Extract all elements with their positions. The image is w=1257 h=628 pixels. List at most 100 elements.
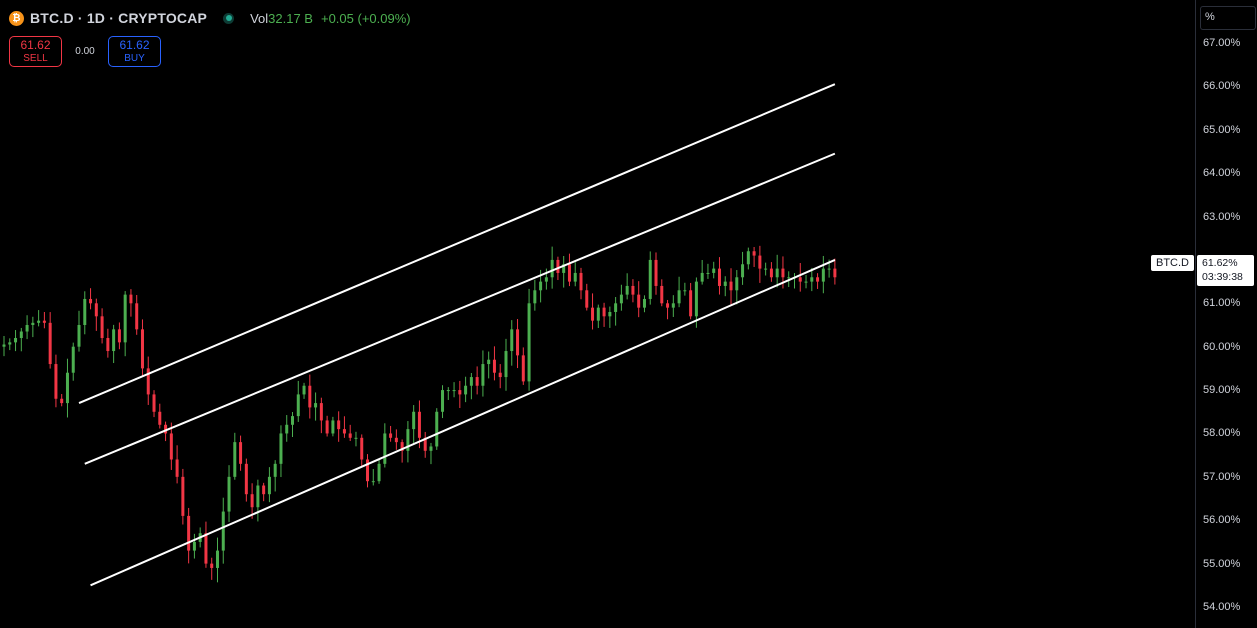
candle-body	[527, 303, 531, 382]
axis-unit-button[interactable]: %	[1200, 6, 1256, 30]
price-chart[interactable]	[0, 0, 1195, 628]
candle-body	[573, 272, 577, 282]
symbol-price-tag: BTC.D	[1151, 255, 1194, 271]
candle-body	[735, 277, 739, 291]
candle-body	[233, 442, 237, 477]
candle-body	[377, 463, 381, 482]
candle-body	[383, 433, 387, 464]
candle-body	[65, 372, 69, 404]
candle-body	[210, 563, 214, 568]
candle-body	[816, 277, 820, 282]
candle-body	[700, 272, 704, 282]
candle-body	[775, 268, 779, 278]
channel-line[interactable]	[78, 83, 836, 405]
candle-body	[314, 403, 318, 408]
candle-body	[429, 446, 433, 451]
axis-tick-label: 67.00%	[1203, 37, 1241, 49]
candle-body	[666, 303, 670, 308]
buy-button[interactable]: 61.62 BUY	[108, 36, 161, 67]
candle-body	[94, 303, 98, 317]
candle-body	[781, 268, 785, 278]
candle-body	[285, 424, 289, 434]
candle-body	[654, 259, 658, 286]
channel-line[interactable]	[90, 259, 836, 587]
candle-body	[458, 390, 462, 395]
candle-body	[302, 385, 306, 395]
sell-button[interactable]: 61.62 SELL	[9, 36, 62, 67]
candle-body	[677, 290, 681, 304]
candle-body	[371, 481, 375, 483]
candle-body	[291, 416, 294, 425]
candle-body	[689, 290, 693, 317]
candle-body	[77, 325, 81, 347]
price-change: +0.05 (+0.09%)	[320, 10, 411, 26]
candle-body	[596, 307, 600, 321]
candle-body	[215, 550, 219, 568]
candle-body	[602, 307, 606, 317]
candle-body	[342, 429, 346, 434]
candle-body	[14, 338, 18, 343]
candle-body	[810, 277, 814, 282]
axis-tick-label: 59.00%	[1203, 384, 1241, 397]
candle-body	[394, 437, 398, 443]
candle-body	[550, 259, 554, 278]
candle-body	[498, 372, 502, 378]
sell-price: 61.62	[20, 37, 51, 52]
candle-body	[239, 442, 243, 464]
candle-body	[221, 511, 225, 551]
candle-body	[487, 359, 491, 365]
candle-body	[262, 485, 266, 495]
candle-body	[758, 255, 762, 269]
candle-body	[279, 433, 283, 464]
candle-body	[71, 346, 75, 373]
candle-body	[273, 463, 277, 477]
candle-body	[625, 285, 629, 295]
candle-body	[256, 485, 260, 508]
symbol-title[interactable]: BTC.D · 1D · CRYPTOCAP	[30, 10, 207, 26]
market-status-icon[interactable]	[223, 12, 235, 24]
candle-body	[717, 268, 721, 286]
chart-header: ₿ BTC.D · 1D · CRYPTOCAP Vol 32.17 B +0.…	[9, 8, 411, 28]
candle-body	[227, 476, 231, 512]
candle-body	[354, 437, 358, 439]
candle-body	[83, 298, 87, 325]
candle-body	[764, 268, 768, 270]
candle-body	[567, 264, 571, 282]
volume-label: Vol	[250, 10, 269, 26]
candle-body	[729, 281, 733, 291]
candle-body	[181, 476, 185, 516]
axis-tick-label: 65.00%	[1203, 123, 1241, 136]
candle-body	[250, 494, 254, 508]
candle-body	[204, 533, 208, 564]
axis-tick-label: 64.00%	[1203, 167, 1241, 180]
candle-body	[683, 290, 687, 292]
candle-body	[337, 420, 341, 430]
candle-body	[140, 329, 144, 369]
candle-body	[827, 268, 831, 270]
axis-tick-label: 63.00%	[1203, 210, 1241, 223]
axis-tick-label: 61.00%	[1203, 297, 1241, 310]
candle-body	[504, 351, 508, 378]
candle-body	[25, 325, 29, 332]
candle-body	[804, 281, 808, 283]
candle-body	[37, 320, 41, 323]
candle-body	[435, 411, 439, 447]
candle-body	[544, 277, 548, 282]
candle-body	[741, 264, 745, 278]
candle-body	[752, 251, 756, 256]
candle-body	[746, 251, 750, 265]
candle-body	[267, 476, 271, 495]
candle-body	[296, 394, 300, 417]
candle-body	[441, 390, 445, 412]
candle-body	[706, 272, 710, 274]
candle-body	[492, 359, 496, 373]
candle-body	[89, 298, 93, 304]
candle-body	[660, 285, 664, 304]
candle-body	[417, 411, 421, 438]
candle-body	[360, 437, 364, 460]
price-axis[interactable]: % 67.00%66.00%65.00%64.00%63.00%62.00%61…	[1195, 0, 1257, 628]
candle-body	[135, 303, 139, 330]
candle-body	[516, 329, 520, 356]
buy-label: BUY	[124, 52, 145, 64]
candle-body	[112, 329, 116, 352]
